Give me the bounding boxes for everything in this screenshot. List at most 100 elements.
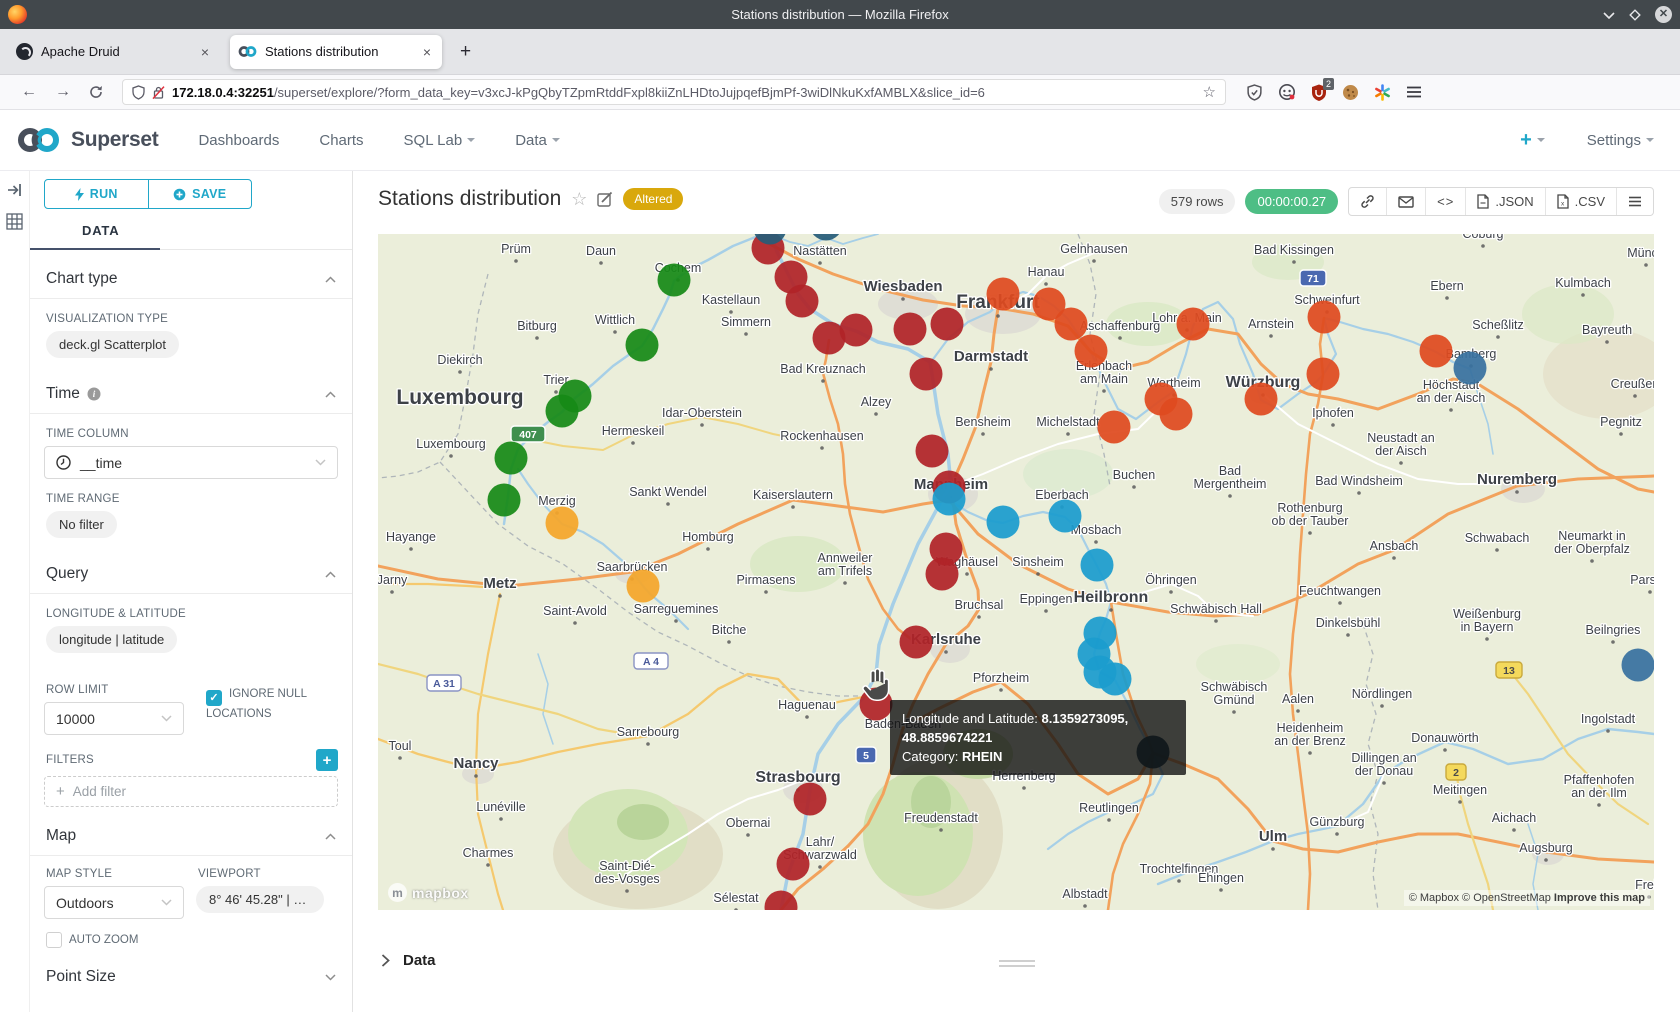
tab-data[interactable]: DATA xyxy=(30,221,352,250)
nav-sql-lab[interactable]: SQL Lab xyxy=(404,132,476,149)
map-point[interactable] xyxy=(786,285,819,318)
nav-data[interactable]: Data xyxy=(515,132,560,149)
settings-menu[interactable]: Settings xyxy=(1587,132,1654,149)
map-point[interactable] xyxy=(546,507,579,540)
ignore-null-checkbox[interactable]: ✓ xyxy=(206,690,222,706)
section-query[interactable]: Query xyxy=(46,565,336,583)
map-point[interactable] xyxy=(1055,308,1088,341)
save-button[interactable]: SAVE xyxy=(148,180,252,208)
lonlat-value[interactable]: longitude | latitude xyxy=(46,626,177,653)
cookie-icon[interactable] xyxy=(1342,84,1359,101)
section-time[interactable]: Time i xyxy=(46,385,336,403)
map-point[interactable] xyxy=(987,506,1020,539)
map-point[interactable] xyxy=(1160,398,1193,431)
ublock-icon[interactable]: 2 xyxy=(1311,84,1327,101)
export-json-button[interactable]: .JSON xyxy=(1465,188,1544,215)
favorite-star-icon[interactable]: ☆ xyxy=(571,189,587,210)
panel-resize-handle[interactable] xyxy=(999,960,1035,970)
map-style-select[interactable]: Outdoors xyxy=(44,886,184,919)
map-point[interactable] xyxy=(546,395,579,428)
shield-icon[interactable] xyxy=(132,85,145,100)
nav-charts[interactable]: Charts xyxy=(319,132,363,149)
map-point[interactable] xyxy=(987,278,1020,311)
row-limit-select[interactable]: 10000 xyxy=(44,702,184,735)
menu-icon[interactable] xyxy=(1406,85,1422,99)
run-button[interactable]: RUN xyxy=(45,180,148,208)
embed-code-button[interactable]: <> xyxy=(1425,188,1465,215)
map-point[interactable] xyxy=(1622,649,1655,682)
map-point[interactable] xyxy=(1245,383,1278,416)
map-point[interactable] xyxy=(658,264,691,297)
map-point[interactable] xyxy=(931,308,964,341)
map-point[interactable] xyxy=(488,484,521,517)
map-point[interactable] xyxy=(916,435,949,468)
mapbox-logo[interactable]: mmapbox xyxy=(388,883,469,902)
back-button[interactable]: ← xyxy=(12,83,46,101)
nav-dashboards[interactable]: Dashboards xyxy=(198,132,279,149)
datasource-grid-icon[interactable] xyxy=(6,213,23,230)
tab-close-icon[interactable]: × xyxy=(198,44,212,60)
altered-badge[interactable]: Altered xyxy=(623,188,683,210)
superset-logo[interactable]: Superset xyxy=(16,125,158,155)
section-point-size[interactable]: Point Size xyxy=(46,968,336,986)
add-filter-plus-button[interactable]: + xyxy=(316,749,338,771)
map-point[interactable] xyxy=(495,442,528,475)
map-point[interactable] xyxy=(926,558,959,591)
map-canvas[interactable]: PrümDaunCochemKastellaunSimmernBitburgWi… xyxy=(378,234,1654,910)
mapbox-attribution-link[interactable]: © Mapbox xyxy=(1409,892,1462,904)
maximize-icon[interactable] xyxy=(1629,9,1641,21)
map-point[interactable] xyxy=(810,234,843,241)
map-point[interactable] xyxy=(777,848,810,881)
viewport-value[interactable]: 8° 46' 45.28" | 49... xyxy=(196,886,324,913)
tab-apache-druid[interactable]: Apache Druid × xyxy=(8,35,220,69)
map-point[interactable] xyxy=(1454,352,1487,385)
add-filter-box[interactable]: + Add filter xyxy=(44,776,338,807)
bookmark-star-icon[interactable]: ☆ xyxy=(1203,83,1216,101)
map-point[interactable] xyxy=(1081,549,1114,582)
email-button[interactable] xyxy=(1386,188,1425,215)
edit-properties-icon[interactable] xyxy=(597,191,613,207)
auto-zoom-checkbox[interactable] xyxy=(46,932,62,948)
protections-shield-icon[interactable] xyxy=(1246,84,1263,101)
export-csv-button[interactable]: x.CSV xyxy=(1545,188,1616,215)
map-point[interactable] xyxy=(794,783,827,816)
tab-close-icon[interactable]: × xyxy=(420,44,434,60)
forward-button[interactable]: → xyxy=(46,83,80,101)
map-point[interactable] xyxy=(933,483,966,516)
map-point[interactable] xyxy=(910,358,943,391)
reload-icon[interactable] xyxy=(80,85,112,99)
add-new-button[interactable]: + xyxy=(1520,129,1545,152)
map-point[interactable] xyxy=(900,626,933,659)
map-point[interactable] xyxy=(1049,500,1082,533)
time-range-value[interactable]: No filter xyxy=(46,511,117,538)
lock-insecure-icon[interactable] xyxy=(152,85,165,100)
chart-menu-button[interactable] xyxy=(1616,188,1653,215)
map-point[interactable] xyxy=(1307,358,1340,391)
map-point[interactable] xyxy=(626,329,659,362)
osm-attribution-link[interactable]: © OpenStreetMap xyxy=(1462,892,1554,904)
extension-pinwheel-icon[interactable] xyxy=(1374,84,1391,101)
time-column-select[interactable]: __time xyxy=(44,446,338,479)
map-point[interactable] xyxy=(1098,411,1131,444)
improve-map-link[interactable]: Improve this map xyxy=(1554,892,1645,904)
expand-panel-icon[interactable] xyxy=(7,183,22,197)
map-point[interactable] xyxy=(627,570,660,603)
map-point[interactable] xyxy=(840,314,873,347)
map-point[interactable] xyxy=(1308,301,1341,334)
url-field[interactable]: 172.18.0.4:32251/superset/explore/?form_… xyxy=(122,79,1226,105)
map-point[interactable] xyxy=(1099,663,1132,696)
minimize-icon[interactable] xyxy=(1603,11,1615,19)
section-map[interactable]: Map xyxy=(46,827,336,845)
tab-stations-distribution[interactable]: Stations distribution × xyxy=(230,35,442,69)
map-point[interactable] xyxy=(1177,308,1210,341)
new-tab-button[interactable]: + xyxy=(452,39,479,65)
data-panel-toggle[interactable]: Data xyxy=(381,952,436,969)
close-icon[interactable]: ✕ xyxy=(1655,6,1672,23)
viz-type-value[interactable]: deck.gl Scatterplot xyxy=(46,331,179,358)
map-point[interactable] xyxy=(1075,335,1108,368)
map-point[interactable] xyxy=(894,313,927,346)
share-link-button[interactable] xyxy=(1349,188,1386,215)
section-chart-type[interactable]: Chart type xyxy=(46,270,336,288)
container-mask-icon[interactable] xyxy=(1278,83,1296,101)
map-point[interactable] xyxy=(1420,335,1453,368)
